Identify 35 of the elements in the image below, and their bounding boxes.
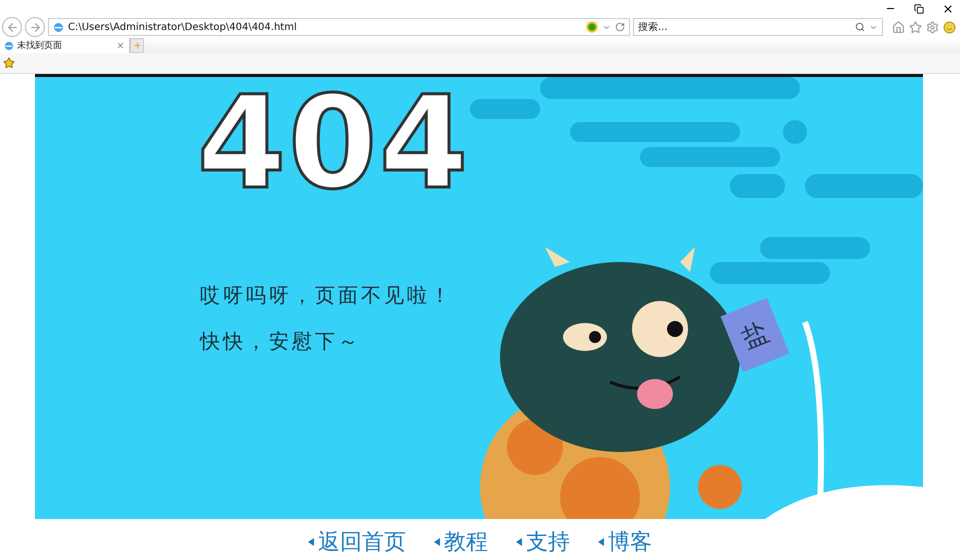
- error-code-heading: 404: [197, 77, 470, 218]
- back-arrow-icon: [6, 20, 18, 34]
- message-text: 快快，安慰下～: [200, 328, 361, 355]
- caret-icon: [434, 538, 440, 546]
- caret-icon: [516, 538, 522, 546]
- close-icon[interactable]: [942, 2, 954, 14]
- browser-logo-icon: [4, 40, 14, 50]
- nav-link[interactable]: 返回首页: [308, 527, 406, 557]
- settings-icon[interactable]: [926, 20, 939, 34]
- tab-title: 未找到页面: [17, 40, 63, 52]
- restore-icon[interactable]: [914, 4, 924, 14]
- caret-icon: [308, 538, 314, 546]
- caret-icon: [598, 538, 604, 546]
- search-icon[interactable]: [855, 22, 865, 32]
- smiley-icon[interactable]: [943, 20, 956, 34]
- nav-link[interactable]: 教程: [434, 527, 488, 557]
- compat-icon[interactable]: [586, 21, 598, 33]
- favorites-icon[interactable]: [909, 20, 922, 34]
- back-button[interactable]: [2, 17, 22, 37]
- browser-tab[interactable]: 未找到页面: [0, 38, 130, 53]
- address-text: C:\Users\Administrator\Desktop\404\404.html: [68, 22, 298, 32]
- address-field[interactable]: C:\Users\Administrator\Desktop\404\404.html: [48, 18, 630, 36]
- forward-arrow-icon: [28, 20, 42, 34]
- plus-icon: [132, 41, 142, 50]
- home-icon[interactable]: [892, 20, 905, 34]
- refresh-icon[interactable]: [615, 22, 625, 32]
- message-text: 哎呀吗呀，页面不见啦！: [200, 282, 453, 309]
- nav-link[interactable]: 支持: [516, 527, 570, 557]
- favorites-star-icon[interactable]: [3, 57, 15, 69]
- close-tab-icon[interactable]: [116, 41, 125, 50]
- forward-button[interactable]: [25, 17, 45, 37]
- search-field[interactable]: 搜索...: [638, 22, 851, 32]
- browser-logo-icon: [53, 22, 64, 32]
- search-bar[interactable]: 搜索...: [633, 18, 883, 36]
- nav-link[interactable]: 博客: [598, 527, 652, 557]
